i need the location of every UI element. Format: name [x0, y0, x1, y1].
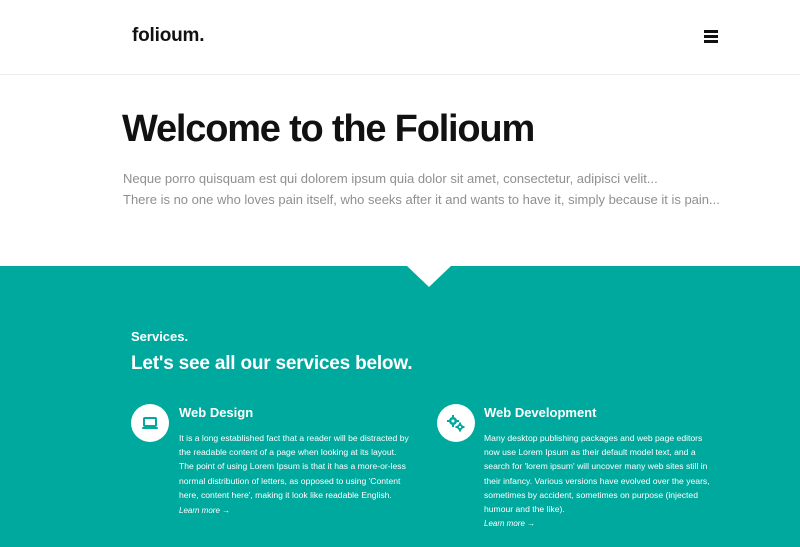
services-heading: Let's see all our services below. — [131, 353, 413, 374]
service-title-web-design: Web Design — [179, 405, 254, 420]
service-desc-web-design: It is a long established fact that a rea… — [179, 431, 439, 502]
hero-text: Neque porro quisquam est qui dolorem ips… — [123, 168, 763, 210]
service-desc-web-development: Many desktop publishing packages and web… — [484, 431, 744, 516]
service-desc-line: Many desktop publishing packages and web… — [484, 433, 703, 443]
service-desc-line: It is a long established fact that a rea… — [179, 433, 409, 443]
menu-bar — [704, 40, 718, 43]
service-desc-line: the readable content of a page when look… — [179, 447, 397, 458]
site-logo[interactable]: folioum. — [132, 25, 204, 47]
web-development-icon-circle — [437, 404, 475, 442]
service-desc-line: normal distribution of letters, as oppos… — [179, 475, 401, 486]
service-desc-line: sometimes by accident, sometimes on purp… — [484, 489, 698, 500]
service-title-web-development: Web Development — [484, 405, 597, 420]
site-header: folioum. — [0, 0, 800, 75]
learn-more-link-web-design[interactable]: Learn more → — [179, 506, 230, 515]
web-design-icon-circle — [131, 404, 169, 442]
service-desc-line: here, content here', making it look like… — [179, 489, 392, 500]
hero-text-line: Neque porro quisquam est qui dolorem ips… — [123, 171, 658, 186]
menu-bar — [704, 35, 718, 38]
service-desc-line: search for 'lorem ipsum' will uncover ma… — [484, 461, 708, 472]
laptop-icon — [142, 417, 158, 429]
service-desc-line: their infancy. Various versions have evo… — [484, 475, 710, 486]
section-notch — [407, 266, 451, 287]
service-desc-line: The point of using Lorem Ipsum is that i… — [179, 461, 406, 472]
hamburger-menu-icon[interactable] — [704, 30, 722, 46]
services-kicker: Services. — [131, 329, 189, 344]
menu-bar — [704, 30, 718, 33]
hero-text-line: There is no one who loves pain itself, w… — [123, 192, 720, 207]
service-desc-line: humour and the like). — [484, 504, 565, 515]
gears-icon — [447, 415, 465, 432]
hero-title: Welcome to the Folioum — [122, 108, 535, 150]
learn-more-link-web-development[interactable]: Learn more → — [484, 519, 535, 528]
service-desc-line: now use Lorem Ipsum as their default mod… — [484, 447, 696, 458]
